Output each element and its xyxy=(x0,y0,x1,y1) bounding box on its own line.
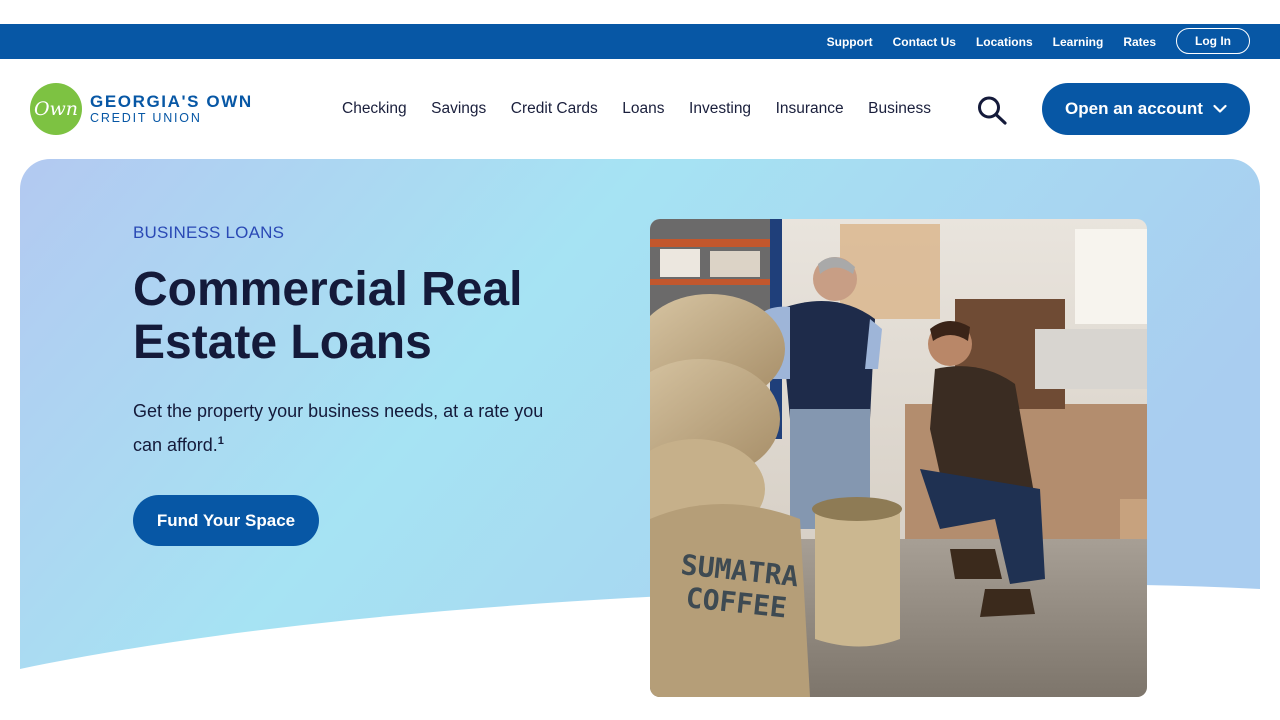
nav-item-checking[interactable]: Checking xyxy=(342,100,407,118)
search-icon[interactable] xyxy=(976,95,1008,125)
nav-item-credit-cards[interactable]: Credit Cards xyxy=(511,100,598,118)
learning-link[interactable]: Learning xyxy=(1053,35,1104,49)
nav-item-business[interactable]: Business xyxy=(868,100,931,118)
hero-section: BUSINESS LOANS Commercial Real Estate Lo… xyxy=(20,159,1260,720)
logo-mark: Own xyxy=(30,83,82,135)
logo-name-line1: GEORGIA'S OWN xyxy=(90,92,253,111)
locations-link[interactable]: Locations xyxy=(976,35,1033,49)
utility-links: Support Contact Us Locations Learning Ra… xyxy=(827,24,1156,59)
hero-subtitle-text: Get the property your business needs, at… xyxy=(133,401,544,455)
nav-item-savings[interactable]: Savings xyxy=(431,100,486,118)
logo-text: GEORGIA'S OWN CREDIT UNION xyxy=(90,92,253,126)
hero-eyebrow: BUSINESS LOANS xyxy=(133,223,285,242)
support-link[interactable]: Support xyxy=(827,35,873,49)
rates-link[interactable]: Rates xyxy=(1123,35,1156,49)
nav-item-insurance[interactable]: Insurance xyxy=(776,100,844,118)
open-account-label: Open an account xyxy=(1065,99,1203,118)
hero-subtitle: Get the property your business needs, at… xyxy=(133,396,573,460)
fund-your-space-button[interactable]: Fund Your Space xyxy=(133,495,319,546)
nav-item-investing[interactable]: Investing xyxy=(689,100,751,118)
footnote-marker[interactable]: 1 xyxy=(218,435,224,447)
primary-nav: Checking Savings Credit Cards Loans Inve… xyxy=(342,59,956,159)
utility-bar: Support Contact Us Locations Learning Ra… xyxy=(0,24,1280,59)
page-title: Commercial Real Estate Loans xyxy=(133,263,523,369)
open-account-button[interactable]: Open an account xyxy=(1042,83,1250,135)
main-nav: Own GEORGIA'S OWN CREDIT UNION Checking … xyxy=(0,59,1280,159)
chevron-down-icon xyxy=(1213,104,1227,113)
nav-item-loans[interactable]: Loans xyxy=(622,100,664,118)
logo[interactable]: Own GEORGIA'S OWN CREDIT UNION xyxy=(30,83,253,135)
hero-photo-illustration: SUMATRA COFFEE xyxy=(650,219,1147,697)
login-button[interactable]: Log In xyxy=(1176,28,1250,54)
logo-name-line2: CREDIT UNION xyxy=(90,111,202,125)
contact-us-link[interactable]: Contact Us xyxy=(893,35,956,49)
hero-photo: SUMATRA COFFEE xyxy=(650,219,1147,697)
